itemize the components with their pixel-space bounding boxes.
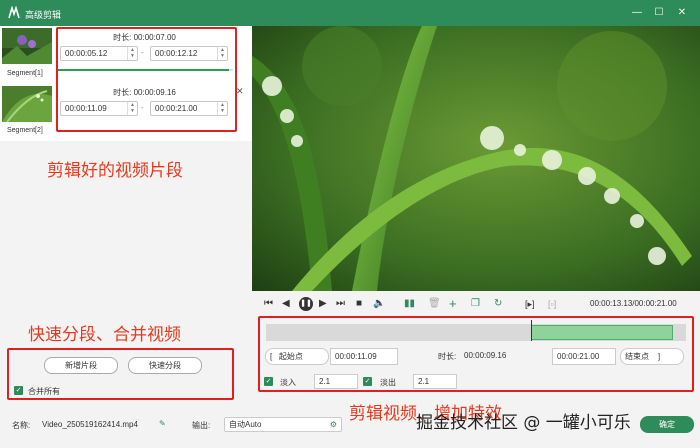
app-logo-icon [8, 6, 20, 19]
fade-in-field[interactable]: 2.1 [314, 374, 358, 389]
end-time-field[interactable]: 00:00:21.00 [552, 348, 616, 365]
mark-in-icon[interactable]: [▸] [525, 298, 535, 310]
go-to-start-icon[interactable]: ⏮ [264, 298, 273, 310]
annotation-box-segments [56, 27, 237, 132]
segment-thumbnail[interactable] [2, 86, 52, 122]
step-back-icon[interactable]: ◀ [282, 298, 290, 310]
volume-icon[interactable]: 🔈 [373, 298, 385, 310]
fade-out-field[interactable]: 2.1 [413, 374, 457, 389]
left-panel: Segment[1] 时长: 00:00:07.00 00:00:05.12 ▲ ▼… [0, 26, 252, 432]
confirm-button[interactable]: 确定 [640, 416, 694, 433]
mark-out-icon[interactable]: [▫] [548, 298, 556, 310]
timeline-track[interactable] [266, 320, 686, 341]
fade-in-label: 淡入 [280, 378, 296, 387]
output-select[interactable]: 自动Auto ⚙ [224, 417, 342, 432]
trim-row: [ 起始点 00:00:11.09 时长: 00:00:09.16 00:00:… [262, 348, 690, 365]
quick-split-button[interactable]: 快速分段 [128, 357, 202, 374]
pause-button[interactable]: ❚❚ [299, 297, 313, 311]
watermark: 掘金技术社区 @ 一罐小可乐 [416, 413, 631, 433]
fade-out-checkbox[interactable]: ✓ [363, 377, 372, 386]
segment-thumbnail[interactable] [2, 28, 52, 64]
maximize-button[interactable]: ☐ [650, 4, 668, 22]
end-point-button[interactable]: 结束点 ] [620, 348, 684, 365]
name-value: Video_250519162414.mp4 [42, 420, 138, 429]
playhead[interactable] [530, 320, 532, 341]
bottom-bar: 名称: Video_250519162414.mp4 ✎ 输出: 自动Auto ⚙… [0, 413, 700, 448]
stop-icon[interactable]: ■ [356, 298, 362, 310]
new-segment-button[interactable]: 新增片段 [44, 357, 118, 374]
delete-icon[interactable]: 🗑 [428, 298, 441, 310]
annotation-split: 快速分段、合并视频 [28, 325, 181, 345]
add-icon[interactable]: + [449, 297, 457, 310]
minimize-button[interactable]: — [628, 4, 646, 22]
video-preview [252, 26, 700, 291]
go-to-end-icon[interactable]: ⏭ [336, 298, 345, 310]
copy-icon[interactable]: ❐ [471, 298, 480, 310]
split-icon[interactable]: ▮▮ [404, 298, 415, 310]
start-point-button[interactable]: [ 起始点 [265, 348, 329, 365]
duration-label: 时长: [438, 352, 457, 361]
output-settings-icon: ⚙ [329, 420, 337, 429]
timeline-selection[interactable] [530, 325, 674, 340]
window-title: 高级剪辑 [25, 10, 62, 20]
fade-in-checkbox[interactable]: ✓ [264, 377, 273, 386]
segment-label: Segment[2] [7, 127, 43, 134]
title-bar: 高级剪辑 — ☐ ✕ [0, 0, 700, 26]
segment-label: Segment[1] [7, 70, 43, 77]
edit-name-icon[interactable]: ✎ [159, 419, 166, 428]
name-label: 名称: [12, 421, 31, 430]
fade-out-label: 淡出 [380, 378, 396, 387]
remove-segment-icon[interactable]: ✕ [236, 86, 244, 97]
annotation-segments: 剪辑好的视频片段 [47, 161, 183, 181]
video-frame [252, 26, 700, 291]
time-display: 00:00:13.13/00:00:21.00 [590, 299, 677, 308]
duration-value: 00:00:09.16 [464, 351, 507, 360]
output-label: 输出: [192, 421, 211, 430]
merge-all-label: 合并所有 [28, 387, 60, 396]
step-forward-icon[interactable]: ▶ [319, 298, 327, 310]
close-button[interactable]: ✕ [673, 4, 691, 22]
merge-all-checkbox[interactable]: ✓ [14, 386, 23, 395]
reset-icon[interactable]: ↻ [494, 298, 502, 310]
start-time-field[interactable]: 00:00:11.09 [330, 348, 398, 365]
